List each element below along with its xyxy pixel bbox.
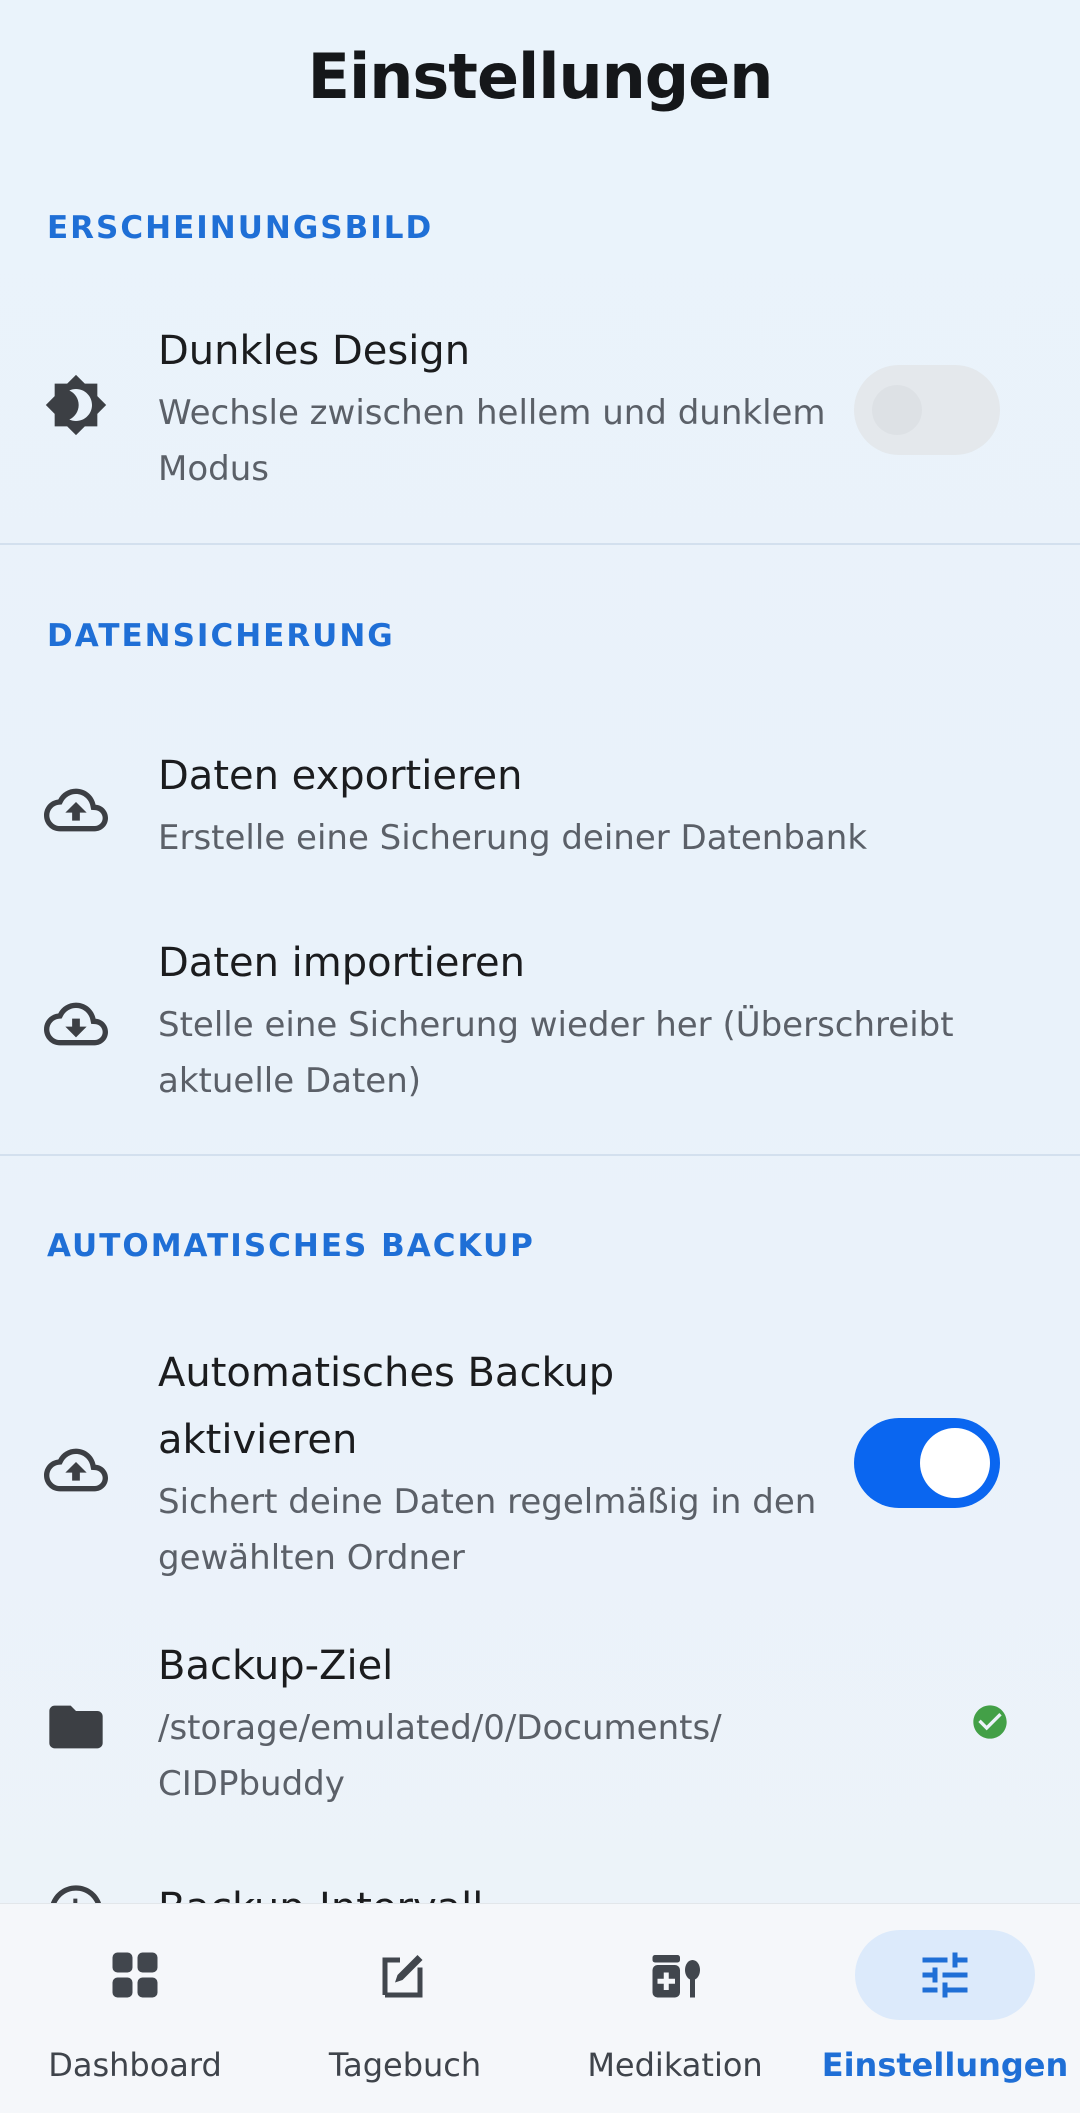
- medication-icon: [585, 1930, 765, 2020]
- nav-item-medikation[interactable]: Medikation: [540, 1904, 810, 2113]
- cloud-upload-icon: [44, 778, 108, 842]
- section-header-appearance: ERSCHEINUNGSBILD: [47, 210, 434, 246]
- brightness-icon: [44, 373, 108, 437]
- nav-label-medikation: Medikation: [587, 2046, 763, 2084]
- diary-edit-icon: [315, 1930, 495, 2020]
- backup-target-path: /storage/emulated/0/Documents/ CIDPbuddy: [158, 1708, 722, 1804]
- auto-backup-description: Sichert deine Daten regelmäßig in den ge…: [158, 1482, 817, 1578]
- nav-item-dashboard[interactable]: Dashboard: [0, 1904, 270, 2113]
- dark-mode-description: Wechsle zwischen hellem und dunklem Modu…: [158, 393, 826, 489]
- toggle-knob: [872, 385, 922, 435]
- auto-backup-label: Automatisches Backup aktivieren: [158, 1350, 615, 1463]
- cloud-download-icon: [44, 992, 108, 1056]
- nav-item-einstellungen[interactable]: Einstellungen: [810, 1904, 1080, 2113]
- dashboard-icon: [45, 1930, 225, 2020]
- nav-label-tagebuch: Tagebuch: [328, 2046, 482, 2084]
- nav-label-dashboard: Dashboard: [48, 2046, 222, 2084]
- backup-target-row[interactable]: Backup-Ziel /storage/emulated/0/Document…: [0, 1633, 1080, 1823]
- settings-sliders-icon: [855, 1930, 1035, 2020]
- check-circle-icon: [970, 1702, 1010, 1742]
- nav-label-einstellungen: Einstellungen: [821, 2046, 1069, 2084]
- page-title: Einstellungen: [307, 40, 774, 113]
- dark-mode-label: Dunkles Design: [158, 328, 471, 374]
- divider: [0, 1154, 1080, 1156]
- dark-mode-row[interactable]: Dunkles Design Wechsle zwischen hellem u…: [0, 318, 1080, 508]
- backup-target-label: Backup-Ziel: [158, 1643, 394, 1689]
- import-data-label: Daten importieren: [158, 940, 525, 986]
- bottom-navigation: Dashboard Tagebuch Medikation Einstellun…: [0, 1903, 1080, 2113]
- dark-mode-toggle[interactable]: [854, 365, 1000, 455]
- cloud-upload-icon: [44, 1438, 108, 1502]
- auto-backup-row[interactable]: Automatisches Backup aktivieren Sichert …: [0, 1340, 1080, 1590]
- nav-item-tagebuch[interactable]: Tagebuch: [270, 1904, 540, 2113]
- section-header-backup: DATENSICHERUNG: [47, 618, 395, 654]
- export-data-label: Daten exportieren: [158, 753, 523, 799]
- import-data-description: Stelle eine Sicherung wieder her (Übersc…: [158, 1005, 954, 1101]
- export-data-description: Erstelle eine Sicherung deiner Datenbank: [158, 818, 868, 858]
- auto-backup-toggle[interactable]: [854, 1418, 1000, 1508]
- toggle-knob: [920, 1428, 990, 1498]
- section-header-auto-backup: AUTOMATISCHES BACKUP: [47, 1228, 535, 1264]
- export-data-row[interactable]: Daten exportieren Erstelle eine Sicherun…: [0, 743, 1080, 873]
- import-data-row[interactable]: Daten importieren Stelle eine Sicherung …: [0, 930, 1080, 1120]
- divider: [0, 543, 1080, 545]
- folder-icon: [44, 1695, 108, 1759]
